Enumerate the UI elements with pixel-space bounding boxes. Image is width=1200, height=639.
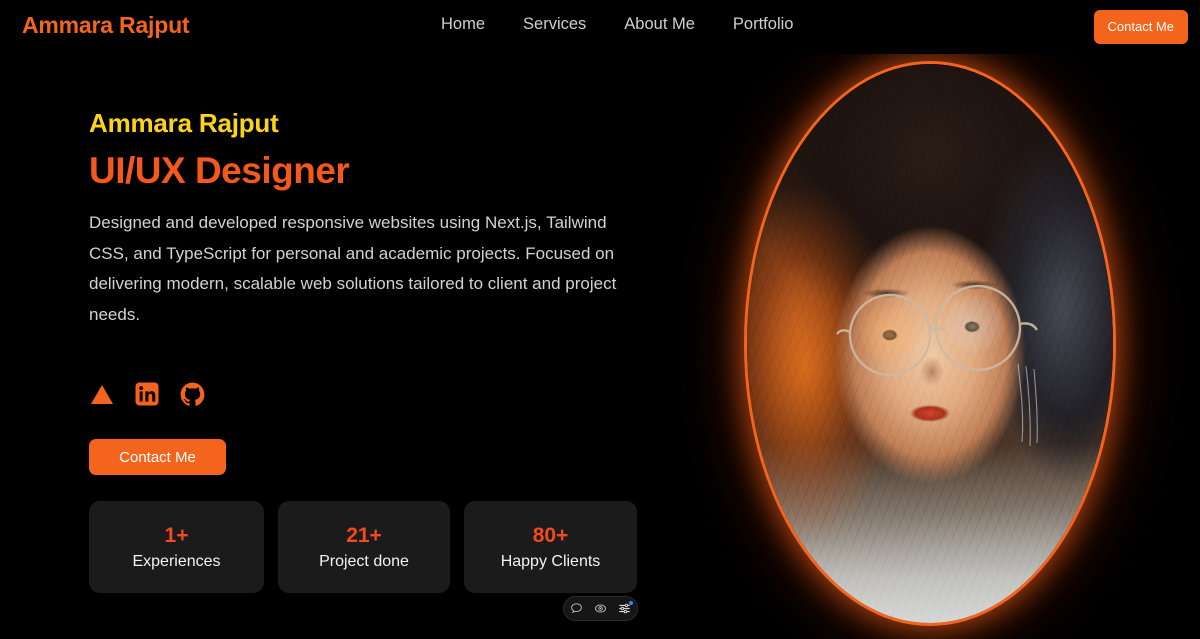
- stat-card-project-done: 21+ Project done: [278, 501, 450, 593]
- stats-row: 1+ Experiences 21+ Project done 80+ Happ…: [89, 501, 637, 593]
- portrait-oval-frame: [744, 61, 1116, 626]
- brand-logo[interactable]: Ammara Rajput: [22, 12, 190, 39]
- stat-card-happy-clients: 80+ Happy Clients: [464, 501, 637, 593]
- stat-card-experiences: 1+ Experiences: [89, 501, 264, 593]
- social-links: [89, 381, 205, 407]
- vercel-triangle-icon[interactable]: [89, 381, 115, 407]
- stat-label: Project done: [319, 552, 409, 570]
- linkedin-icon[interactable]: [134, 381, 160, 407]
- stat-label: Experiences: [132, 552, 221, 570]
- nav-item-portfolio[interactable]: Portfolio: [733, 15, 794, 34]
- hero-description: Designed and developed responsive websit…: [89, 213, 617, 324]
- nav-item-about-me[interactable]: About Me: [624, 15, 695, 34]
- stat-value: 1+: [164, 523, 189, 547]
- nav-item-home[interactable]: Home: [441, 15, 485, 34]
- hero-contact-button[interactable]: Contact Me: [89, 439, 226, 475]
- site-header: Ammara Rajput Home Services About Me Por…: [0, 0, 1200, 54]
- main-nav: Home Services About Me Portfolio: [441, 15, 793, 34]
- eye-target-icon[interactable]: [593, 601, 608, 616]
- stat-value: 80+: [532, 523, 569, 547]
- hero-role-title: UI/UX Designer: [89, 150, 350, 191]
- chat-bubble-icon[interactable]: [569, 601, 584, 616]
- portrait-image: [747, 64, 1113, 623]
- stat-label: Happy Clients: [500, 552, 601, 570]
- stat-value: 21+: [346, 523, 382, 547]
- floating-dev-widget[interactable]: [563, 596, 638, 621]
- nav-item-services[interactable]: Services: [523, 15, 586, 34]
- hero-name: Ammara Rajput: [89, 108, 279, 138]
- header-contact-button[interactable]: Contact Me: [1093, 10, 1188, 44]
- hero-text-block: Ammara Rajput UI/UX Designer Designed an…: [89, 108, 649, 330]
- notification-badge-dot: [629, 601, 633, 605]
- github-icon[interactable]: [179, 381, 205, 407]
- sliders-icon[interactable]: [617, 601, 633, 616]
